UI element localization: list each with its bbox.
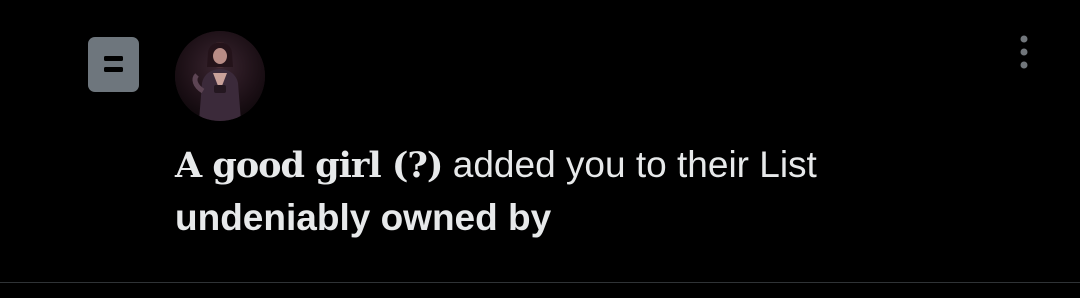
next-item-edge — [0, 283, 1080, 298]
list-name-link[interactable]: undeniably owned by — [175, 194, 1035, 242]
action-text: added you to their List — [442, 144, 817, 185]
notification-message: A good girl (?) added you to their List … — [175, 141, 1035, 242]
list-added-notification[interactable]: A good girl (?) added you to their List … — [0, 0, 1080, 282]
avatar[interactable] — [175, 31, 265, 121]
actor-name-link[interactable]: A good girl (?) — [175, 145, 443, 186]
avatar-photo — [175, 31, 265, 121]
list-icon-glyph — [104, 56, 123, 72]
more-options-button[interactable] — [1006, 32, 1042, 72]
list-icon — [88, 37, 139, 92]
more-vertical-icon — [1020, 35, 1028, 69]
notification-text-line: A good girl (?) added you to their List — [175, 141, 1035, 190]
